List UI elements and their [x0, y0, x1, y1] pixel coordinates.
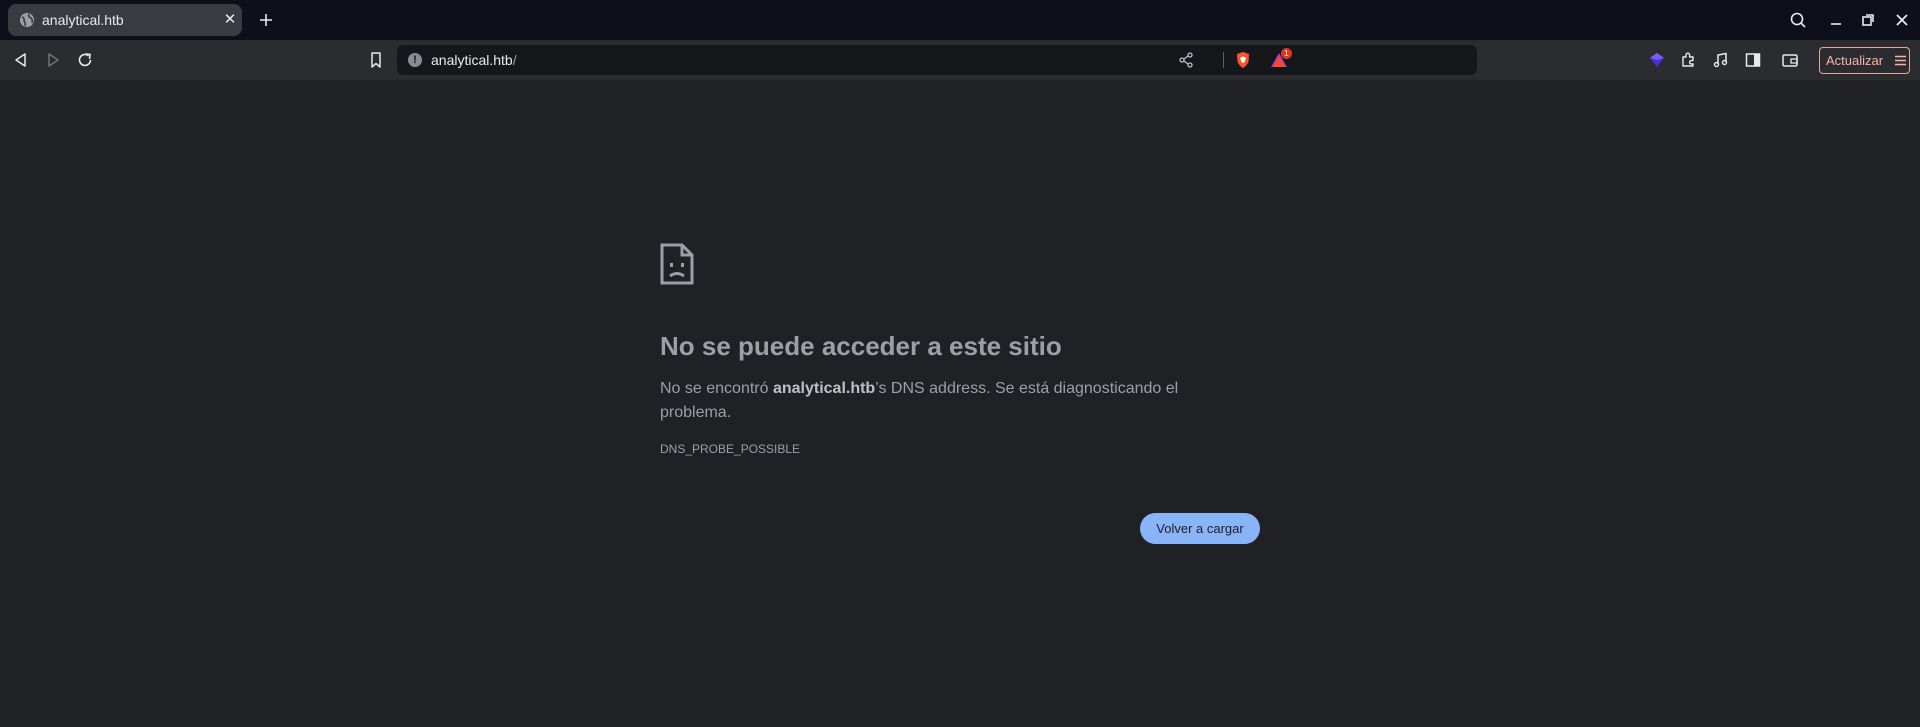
site-info-icon[interactable]: !	[408, 53, 422, 67]
search-tabs-icon[interactable]	[1788, 10, 1808, 30]
globe-icon	[20, 13, 34, 27]
rewards-badge: 1	[1281, 48, 1292, 59]
wallet-icon[interactable]	[1779, 49, 1801, 71]
error-desc-host: analytical.htb	[772, 380, 876, 397]
url-path: /	[512, 52, 517, 68]
forward-icon[interactable]	[42, 49, 64, 71]
reload-icon[interactable]	[74, 49, 96, 71]
tab-title: analytical.htb	[42, 12, 124, 28]
vpn-extension-icon[interactable]	[1646, 49, 1668, 71]
share-icon[interactable]	[1177, 51, 1195, 69]
error-page: No se puede acceder a este sitio No se e…	[0, 80, 1920, 727]
tab-strip: analytical.htb ✕	[0, 0, 1920, 40]
omnibox-divider	[1223, 52, 1224, 68]
extensions-puzzle-icon[interactable]	[1678, 49, 1700, 71]
close-window-icon[interactable]	[1892, 10, 1912, 30]
sidebar-toggle-icon[interactable]	[1742, 49, 1764, 71]
toolbar: ! analytical.htb/ 1 Actualizar	[0, 40, 1920, 80]
address-bar[interactable]: ! analytical.htb/ 1	[397, 45, 1477, 75]
error-desc-prefix: No se encontró	[660, 380, 773, 397]
minimize-icon[interactable]	[1826, 10, 1846, 30]
update-button-label: Actualizar	[1826, 53, 1884, 68]
update-button[interactable]: Actualizar	[1819, 47, 1910, 74]
sad-document-icon	[660, 243, 694, 285]
back-icon[interactable]	[10, 49, 32, 71]
active-tab[interactable]: analytical.htb ✕	[8, 4, 242, 36]
new-tab-icon[interactable]	[256, 10, 276, 30]
restore-icon[interactable]	[1858, 10, 1878, 30]
url-host: analytical.htb	[431, 52, 513, 68]
bookmark-icon[interactable]	[365, 49, 387, 71]
brave-shields-icon[interactable]	[1234, 51, 1252, 69]
error-description: No se encontró analytical.htb’s DNS addr…	[660, 377, 1240, 425]
url-text[interactable]: analytical.htb/	[431, 52, 517, 68]
menu-hamburger-icon	[1895, 55, 1906, 66]
tab-close-icon[interactable]: ✕	[222, 12, 238, 28]
media-music-icon[interactable]	[1710, 49, 1732, 71]
reload-page-button[interactable]: Volver a cargar	[1140, 513, 1260, 544]
error-title: No se puede acceder a este sitio	[660, 331, 1062, 361]
error-code[interactable]: DNS_PROBE_POSSIBLE	[660, 442, 800, 456]
